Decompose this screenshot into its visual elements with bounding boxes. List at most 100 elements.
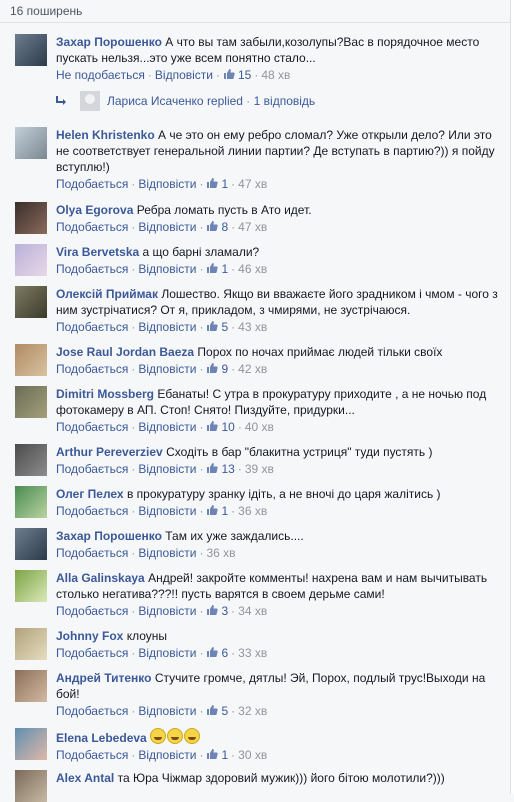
avatar[interactable] bbox=[15, 670, 47, 702]
thumbs-up-icon[interactable] bbox=[206, 220, 219, 232]
comment-timestamp[interactable]: 47 хв bbox=[238, 220, 267, 234]
reply-link[interactable]: Відповісти bbox=[138, 748, 196, 762]
avatar[interactable] bbox=[15, 202, 47, 234]
reply-link[interactable]: Відповісти bbox=[138, 504, 196, 518]
reply-thread-row[interactable]: Лариса Исаченко replied · 1 відповідь bbox=[55, 91, 495, 111]
thumbs-up-icon[interactable] bbox=[206, 420, 219, 432]
comment-timestamp[interactable]: 40 хв bbox=[245, 420, 274, 434]
like-link[interactable]: Подобається bbox=[56, 646, 128, 660]
like-link[interactable]: Подобається bbox=[56, 420, 128, 434]
reply-link[interactable]: Відповісти bbox=[138, 220, 196, 234]
avatar[interactable] bbox=[15, 570, 47, 602]
comment-author[interactable]: Dimitri Mossberg bbox=[56, 387, 154, 401]
avatar[interactable] bbox=[15, 386, 47, 418]
avatar[interactable] bbox=[15, 34, 47, 66]
thumbs-up-icon[interactable] bbox=[206, 604, 219, 616]
thumbs-up-icon[interactable] bbox=[206, 704, 219, 716]
comment-author[interactable]: Arthur Pereverziev bbox=[56, 445, 163, 459]
avatar[interactable] bbox=[15, 244, 47, 276]
comment-timestamp[interactable]: 36 хв bbox=[238, 504, 267, 518]
comment-timestamp[interactable]: 48 хв bbox=[261, 68, 290, 82]
reply-link[interactable]: Відповісти bbox=[138, 604, 196, 618]
comment-author[interactable]: Vira Bervetska bbox=[56, 245, 139, 259]
like-link[interactable]: Подобається bbox=[56, 748, 128, 762]
avatar[interactable] bbox=[15, 344, 47, 376]
like-count[interactable]: 1 bbox=[221, 262, 228, 276]
comment-author[interactable]: Олексій Приймак bbox=[56, 287, 158, 301]
reply-link[interactable]: Відповісти bbox=[138, 362, 196, 376]
comment-timestamp[interactable]: 30 хв bbox=[238, 748, 267, 762]
comment-author[interactable]: Alla Galinskaya bbox=[56, 571, 145, 585]
reply-link[interactable]: Відповісти bbox=[138, 462, 196, 476]
reply-link[interactable]: Відповісти bbox=[155, 68, 213, 82]
like-link[interactable]: Подобається bbox=[56, 177, 128, 191]
comment-timestamp[interactable]: 39 хв bbox=[245, 462, 274, 476]
comment-timestamp[interactable]: 32 хв bbox=[238, 704, 267, 718]
reply-link[interactable]: Відповісти bbox=[138, 646, 196, 660]
comment-author[interactable]: Alex Antal bbox=[56, 771, 114, 785]
comment-timestamp[interactable]: 34 хв bbox=[238, 604, 267, 618]
comment-timestamp[interactable]: 43 хв bbox=[238, 320, 267, 334]
comment-author[interactable]: Helen Khristenko bbox=[56, 128, 155, 142]
avatar[interactable] bbox=[15, 528, 47, 560]
comment-author[interactable]: Захар Порошенко bbox=[56, 529, 162, 543]
like-link[interactable]: Подобається bbox=[56, 504, 128, 518]
like-link[interactable]: Подобається bbox=[56, 546, 128, 560]
comment-author[interactable]: Olya Egorova bbox=[56, 203, 133, 217]
comment-author[interactable]: Johnny Fox bbox=[56, 629, 123, 643]
comment-author[interactable]: Захар Порошенко bbox=[56, 35, 162, 49]
avatar[interactable] bbox=[15, 444, 47, 476]
like-count[interactable]: 13 bbox=[221, 462, 234, 476]
like-link[interactable]: Подобається bbox=[56, 362, 128, 376]
shares-count[interactable]: 16 поширень bbox=[10, 4, 82, 18]
like-count[interactable]: 3 bbox=[221, 604, 228, 618]
reply-author[interactable]: Лариса Исаченко bbox=[107, 94, 204, 108]
avatar[interactable] bbox=[15, 728, 47, 760]
thumbs-up-icon[interactable] bbox=[223, 68, 235, 80]
like-count[interactable]: 1 bbox=[221, 504, 228, 518]
reply-link[interactable]: Відповісти bbox=[138, 320, 196, 334]
avatar[interactable] bbox=[15, 286, 47, 318]
comment-timestamp[interactable]: 33 хв bbox=[238, 646, 267, 660]
reply-link[interactable]: Відповісти bbox=[138, 262, 196, 276]
reply-count[interactable]: 1 відповідь bbox=[254, 94, 316, 108]
reply-avatar[interactable] bbox=[80, 91, 100, 111]
like-count[interactable]: 1 bbox=[221, 177, 228, 191]
like-count[interactable]: 8 bbox=[221, 220, 228, 234]
like-count[interactable]: 9 bbox=[221, 362, 228, 376]
avatar[interactable] bbox=[15, 770, 47, 802]
like-count[interactable]: 5 bbox=[221, 320, 228, 334]
like-link[interactable]: Подобається bbox=[56, 220, 128, 234]
like-link[interactable]: Подобається bbox=[56, 704, 128, 718]
comment-timestamp[interactable]: 36 хв bbox=[206, 546, 235, 560]
like-link[interactable]: Подобається bbox=[56, 604, 128, 618]
avatar[interactable] bbox=[15, 486, 47, 518]
comment-timestamp[interactable]: 46 хв bbox=[238, 262, 267, 276]
thumbs-up-icon[interactable] bbox=[206, 362, 219, 374]
comment-author[interactable]: Jose Raul Jordan Baeza bbox=[56, 345, 194, 359]
reply-link[interactable]: Відповісти bbox=[138, 546, 196, 560]
reply-link[interactable]: Відповісти bbox=[138, 177, 196, 191]
like-count[interactable]: 1 bbox=[221, 748, 228, 762]
avatar[interactable] bbox=[15, 127, 47, 159]
comment-timestamp[interactable]: 47 хв bbox=[238, 177, 267, 191]
like-count[interactable]: 6 bbox=[221, 646, 228, 660]
thumbs-up-icon[interactable] bbox=[206, 262, 219, 274]
like-link[interactable]: Подобається bbox=[56, 462, 128, 476]
like-count[interactable]: 10 bbox=[221, 420, 234, 434]
thumbs-up-icon[interactable] bbox=[206, 177, 219, 189]
like-link[interactable]: Подобається bbox=[56, 262, 128, 276]
comment-timestamp[interactable]: 42 хв bbox=[238, 362, 267, 376]
reply-link[interactable]: Відповісти bbox=[138, 704, 196, 718]
comment-author[interactable]: Андрей Титенко bbox=[56, 671, 151, 685]
thumbs-up-icon[interactable] bbox=[206, 320, 219, 332]
thumbs-up-icon[interactable] bbox=[206, 748, 219, 760]
like-count[interactable]: 15 bbox=[238, 68, 251, 82]
reply-link[interactable]: Відповісти bbox=[138, 420, 196, 434]
thumbs-up-icon[interactable] bbox=[206, 504, 219, 516]
like-link[interactable]: Подобається bbox=[56, 320, 128, 334]
thumbs-up-icon[interactable] bbox=[206, 646, 219, 658]
like-link[interactable]: Не подобається bbox=[56, 68, 145, 82]
comment-author[interactable]: Олег Пелех bbox=[56, 487, 124, 501]
comment-author[interactable]: Elena Lebedeva bbox=[56, 731, 147, 745]
